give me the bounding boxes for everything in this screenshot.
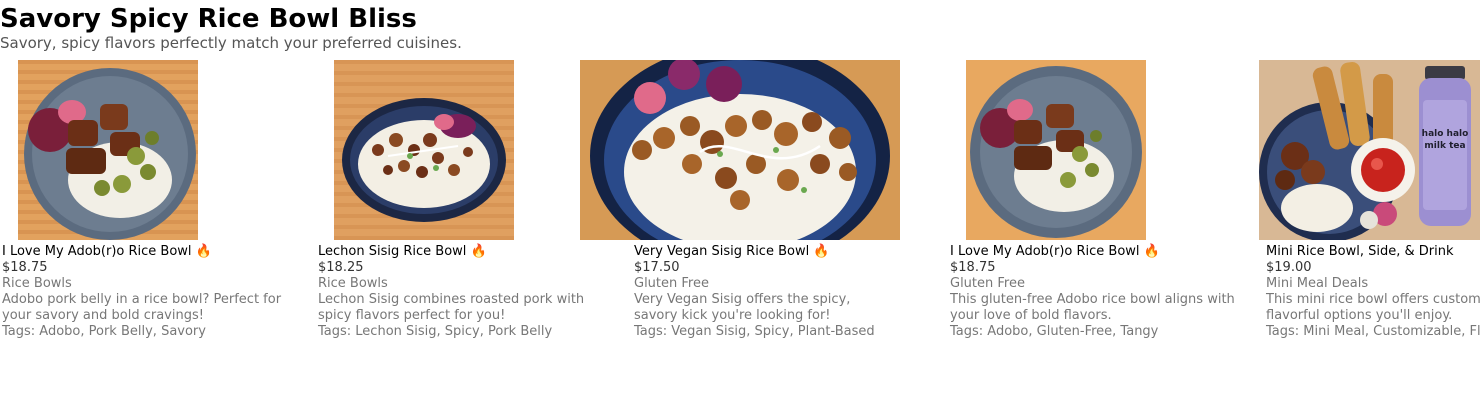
menu-item-card[interactable]: Lechon Sisig Rice Bowl 🔥 $18.25 Rice Bow… <box>318 60 618 340</box>
menu-item-name[interactable]: Very Vegan Sisig Rice Bowl 🔥 <box>634 244 900 260</box>
svg-text:halo halo: halo halo <box>1422 129 1469 139</box>
menu-item-tags: Tags: Mini Meal, Customizable, Flavorful <box>1266 324 1480 339</box>
menu-item-description: This gluten-free Adobo rice bowl aligns … <box>950 292 1235 323</box>
menu-item-price: $18.75 <box>950 260 996 275</box>
menu-item-image[interactable]: halo halo milk tea <box>1259 60 1480 240</box>
page-subtitle: Savory, spicy flavors perfectly match yo… <box>0 34 462 52</box>
menu-item-name[interactable]: Lechon Sisig Rice Bowl 🔥 <box>318 244 618 260</box>
menu-item-price: $19.00 <box>1266 260 1312 275</box>
menu-item-category: Rice Bowls <box>318 276 388 291</box>
page-title: Savory Spicy Rice Bowl Bliss <box>0 4 417 34</box>
menu-item-name[interactable]: I Love My Adob(r)o Rice Bowl 🔥 <box>950 244 1250 260</box>
menu-item-name[interactable]: I Love My Adob(r)o Rice Bowl 🔥 <box>2 244 302 260</box>
menu-item-card[interactable]: halo halo milk tea Mini Rice Bowl, Side,… <box>1259 60 1480 340</box>
menu-item-category: Gluten Free <box>950 276 1025 291</box>
menu-item-card[interactable]: I Love My Adob(r)o Rice Bowl 🔥 $18.75 Ri… <box>2 60 302 340</box>
menu-item-category: Rice Bowls <box>2 276 72 291</box>
menu-item-card[interactable]: I Love My Adob(r)o Rice Bowl 🔥 $18.75 Gl… <box>950 60 1250 340</box>
menu-item-image[interactable] <box>318 60 618 240</box>
menu-item-description: Very Vegan Sisig offers the spicy, savor… <box>634 292 851 323</box>
menu-item-name[interactable]: Mini Rice Bowl, Side, & Drink <box>1266 244 1480 260</box>
menu-item-category: Gluten Free <box>634 276 709 291</box>
menu-item-tags: Tags: Lechon Sisig, Spicy, Pork Belly <box>318 324 553 339</box>
menu-item-price: $18.25 <box>318 260 364 275</box>
menu-item-image[interactable] <box>950 60 1250 240</box>
menu-item-description: Lechon Sisig combines roasted pork with … <box>318 292 585 323</box>
menu-item-category: Mini Meal Deals <box>1266 276 1369 291</box>
menu-item-description: This mini rice bowl offers customizable,… <box>1266 292 1480 323</box>
menu-item-price: $17.50 <box>634 260 680 275</box>
menu-item-tags: Tags: Adobo, Pork Belly, Savory <box>2 324 206 339</box>
menu-item-image[interactable] <box>2 60 302 240</box>
menu-item-tags: Tags: Adobo, Gluten-Free, Tangy <box>950 324 1159 339</box>
menu-item-description: Adobo pork belly in a rice bowl? Perfect… <box>2 292 282 323</box>
menu-item-card[interactable]: Very Vegan Sisig Rice Bowl 🔥 $17.50 Glut… <box>580 60 900 340</box>
menu-item-tags: Tags: Vegan Sisig, Spicy, Plant-Based <box>634 324 875 339</box>
menu-item-image[interactable] <box>580 60 900 240</box>
page-header: Savory Spicy Rice Bowl Bliss Savory, spi… <box>0 4 462 52</box>
menu-item-price: $18.75 <box>2 260 48 275</box>
svg-text:milk tea: milk tea <box>1424 141 1465 151</box>
